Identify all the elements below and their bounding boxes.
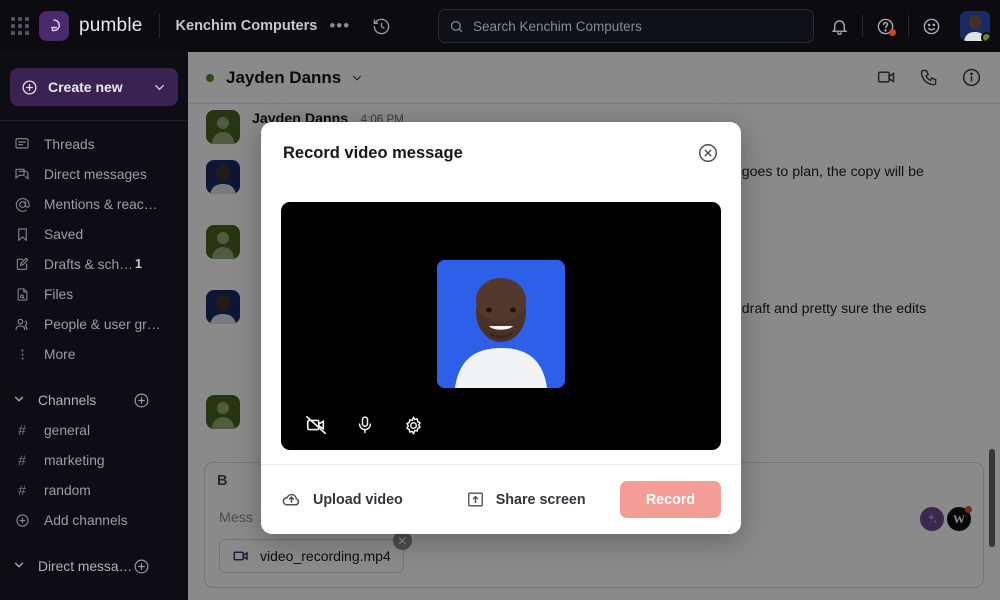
plus-circle-icon — [12, 513, 32, 528]
more-icon — [12, 347, 32, 362]
mentions-icon — [12, 196, 32, 213]
search-placeholder: Search Kenchim Computers — [473, 18, 642, 34]
channel-label: marketing — [44, 452, 105, 468]
modal-title: Record video message — [283, 143, 463, 162]
files-icon — [12, 287, 32, 302]
pumble-logo-icon — [39, 11, 69, 41]
channel-label: general — [44, 422, 91, 438]
close-icon[interactable] — [697, 142, 719, 164]
chevron-down-icon — [152, 80, 167, 95]
logo-text: pumble — [79, 15, 143, 36]
sidebar-item-drafts[interactable]: Drafts & sch… 1 — [0, 249, 188, 279]
help-notification-dot — [889, 28, 896, 36]
sidebar-label: Threads — [44, 136, 95, 152]
modal-footer: Upload video Share screen Record — [261, 464, 741, 534]
sidebar-label: Mentions & reac… — [44, 196, 158, 212]
chevron-down-icon — [12, 558, 26, 575]
share-screen-icon — [466, 490, 485, 509]
user-avatar[interactable] — [960, 11, 990, 41]
online-status-dot — [981, 32, 990, 41]
sidebar-label: More — [44, 346, 76, 362]
sidebar-item-mentions[interactable]: Mentions & reac… — [0, 189, 188, 219]
create-new-label: Create new — [48, 79, 123, 95]
threads-icon — [12, 136, 32, 152]
sidebar-item-channel-marketing[interactable]: # marketing — [0, 445, 188, 475]
sidebar-label: Drafts & sch… — [44, 256, 133, 272]
sidebar-label: People & user gr… — [44, 316, 161, 332]
sidebar-item-threads[interactable]: Threads — [0, 129, 188, 159]
sidebar-item-people[interactable]: People & user gr… — [0, 309, 188, 339]
hash-icon: # — [18, 482, 26, 498]
plus-circle-icon — [21, 79, 38, 96]
sidebar-item-direct-messages[interactable]: Direct messages — [0, 159, 188, 189]
create-new-button[interactable]: Create new — [10, 68, 178, 106]
sidebar-item-files[interactable]: Files — [0, 279, 188, 309]
help-icon[interactable] — [876, 17, 896, 36]
pumble-app: pumble Kenchim Computers ••• Search Kenc… — [0, 0, 1000, 600]
history-icon[interactable] — [372, 17, 391, 36]
workspace-name[interactable]: Kenchim Computers — [176, 18, 318, 34]
sidebar-item-more[interactable]: More — [0, 339, 188, 369]
drafts-badge: 1 — [135, 257, 142, 271]
hash-icon: # — [18, 452, 26, 468]
video-preview-stage — [281, 202, 721, 450]
dm-label: Direct messa… — [38, 558, 133, 574]
upload-video-button[interactable]: Upload video — [281, 489, 403, 510]
add-dm-icon[interactable] — [133, 558, 176, 575]
record-label: Record — [645, 491, 696, 508]
workspace-more-icon[interactable]: ••• — [329, 17, 350, 34]
topbar-actions — [821, 0, 990, 52]
app-grid-icon[interactable] — [10, 16, 30, 36]
sidebar-divider — [0, 120, 188, 121]
sidebar-label: Saved — [44, 226, 84, 242]
divider — [862, 15, 863, 37]
chevron-down-icon — [12, 392, 26, 409]
add-channel-icon[interactable] — [133, 392, 176, 409]
add-channels-button[interactable]: Add channels — [0, 505, 188, 535]
people-icon — [12, 316, 32, 333]
camera-off-icon[interactable] — [305, 414, 327, 436]
search-icon — [449, 19, 464, 34]
bell-icon[interactable] — [830, 17, 849, 36]
direct-messages-icon — [12, 166, 32, 182]
emoji-icon[interactable] — [922, 17, 941, 36]
share-screen-button[interactable]: Share screen — [466, 490, 586, 509]
sidebar-label: Files — [44, 286, 74, 302]
sidebar: Create new Threads Direct messages Menti… — [0, 52, 188, 600]
upload-video-label: Upload video — [313, 491, 403, 508]
channel-label: random — [44, 482, 91, 498]
sidebar-item-channel-general[interactable]: # general — [0, 415, 188, 445]
microphone-icon[interactable] — [355, 415, 375, 435]
sidebar-item-channel-random[interactable]: # random — [0, 475, 188, 505]
direct-messages-group-header[interactable]: Direct messa… — [0, 551, 188, 581]
video-controls — [305, 414, 452, 436]
cloud-upload-icon — [281, 489, 302, 510]
drafts-icon — [12, 256, 32, 272]
record-button[interactable]: Record — [620, 481, 721, 518]
channels-group-header[interactable]: Channels — [0, 385, 188, 415]
hash-icon: # — [18, 422, 26, 438]
sidebar-item-saved[interactable]: Saved — [0, 219, 188, 249]
record-video-modal: Record video message Upload video Share … — [261, 122, 741, 534]
topbar-divider — [158, 14, 160, 38]
add-channels-label: Add channels — [44, 512, 128, 528]
channels-label: Channels — [38, 392, 97, 408]
sidebar-label: Direct messages — [44, 166, 147, 182]
top-bar: pumble Kenchim Computers ••• Search Kenc… — [0, 0, 1000, 52]
search-input[interactable]: Search Kenchim Computers — [438, 9, 814, 43]
share-screen-label: Share screen — [495, 491, 586, 508]
camera-preview-image — [437, 260, 565, 388]
divider — [908, 15, 909, 37]
modal-header: Record video message — [261, 122, 741, 184]
bookmark-icon — [12, 227, 32, 242]
settings-gear-icon[interactable] — [403, 415, 424, 436]
